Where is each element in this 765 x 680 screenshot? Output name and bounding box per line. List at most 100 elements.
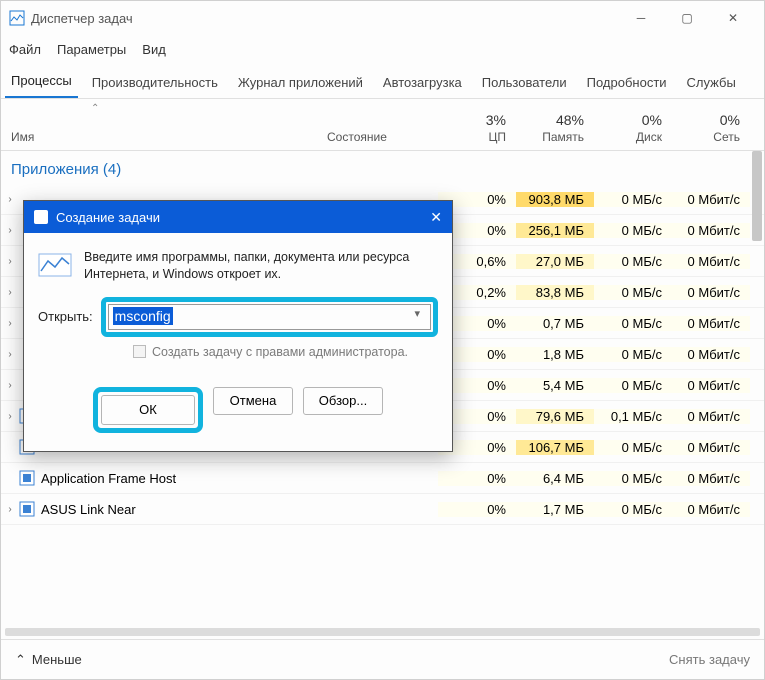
memory-cell: 1,7 МБ — [516, 502, 594, 517]
process-icon — [19, 501, 35, 517]
dialog-instruction: Введите имя программы, папки, документа … — [84, 249, 438, 283]
network-cell: 0 Мбит/с — [672, 471, 750, 486]
network-cell: 0 Мбит/с — [672, 285, 750, 300]
expand-icon[interactable]: › — [1, 380, 19, 391]
end-task-button[interactable]: Снять задачу — [669, 652, 750, 667]
disk-cell: 0 МБ/с — [594, 471, 672, 486]
memory-cell: 83,8 МБ — [516, 285, 594, 300]
tab-users[interactable]: Пользователи — [476, 67, 573, 98]
process-name: ASUS Link Near — [19, 501, 323, 517]
vertical-scrollbar[interactable] — [752, 151, 762, 241]
highlight-input: msconfig ▾ — [101, 297, 438, 337]
disk-cell: 0 МБ/с — [594, 347, 672, 362]
disk-cell: 0 МБ/с — [594, 254, 672, 269]
network-cell: 0 Мбит/с — [672, 409, 750, 424]
memory-cell: 0,7 МБ — [516, 316, 594, 331]
dialog-icon — [34, 210, 48, 224]
network-cell: 0 Мбит/с — [672, 502, 750, 517]
expand-icon[interactable]: › — [1, 318, 19, 329]
admin-label: Создать задачу с правами администратора. — [152, 345, 408, 359]
cpu-cell: 0% — [438, 471, 516, 486]
network-cell: 0 Мбит/с — [672, 316, 750, 331]
cancel-button[interactable]: Отмена — [213, 387, 293, 415]
header-network[interactable]: 0%Сеть — [672, 106, 750, 150]
ok-button[interactable]: ОК — [101, 395, 195, 425]
tab-performance[interactable]: Производительность — [86, 67, 224, 98]
memory-cell: 6,4 МБ — [516, 471, 594, 486]
expand-icon[interactable]: › — [1, 194, 19, 205]
network-cell: 0 Мбит/с — [672, 192, 750, 207]
process-name: Application Frame Host — [19, 470, 323, 486]
expand-icon[interactable]: › — [1, 411, 19, 422]
memory-cell: 1,8 МБ — [516, 347, 594, 362]
dialog-title: Создание задачи — [56, 210, 430, 225]
expand-icon[interactable]: › — [1, 287, 19, 298]
table-row[interactable]: ›ASUS Link Near 0%1,7 МБ0 МБ/с0 Мбит/с — [1, 494, 764, 525]
column-headers: ⌃ Имя Состояние 3%ЦП 48%Память 0%Диск 0%… — [1, 99, 764, 151]
chevron-down-icon[interactable]: ▾ — [414, 307, 426, 320]
disk-cell: 0 МБ/с — [594, 285, 672, 300]
titlebar: Диспетчер задач ─ ▢ ✕ — [1, 1, 764, 35]
tab-details[interactable]: Подробности — [581, 67, 673, 98]
menu-options[interactable]: Параметры — [57, 42, 126, 57]
open-combobox[interactable]: msconfig ▾ — [108, 304, 431, 330]
task-manager-window: Диспетчер задач ─ ▢ ✕ Файл Параметры Вид… — [0, 0, 765, 680]
disk-cell: 0 МБ/с — [594, 502, 672, 517]
disk-cell: 0,1 МБ/с — [594, 409, 672, 424]
app-icon — [9, 10, 25, 26]
horizontal-scrollbar[interactable] — [1, 625, 764, 639]
menubar: Файл Параметры Вид — [1, 35, 764, 63]
admin-checkbox[interactable] — [133, 345, 146, 358]
run-task-dialog: Создание задачи ✕ Введите имя программы,… — [23, 200, 453, 452]
tab-processes[interactable]: Процессы — [5, 65, 78, 98]
fewer-details-button[interactable]: ⌃ Меньше — [15, 652, 82, 668]
memory-cell: 256,1 МБ — [516, 223, 594, 238]
expand-icon[interactable]: › — [1, 349, 19, 360]
disk-cell: 0 МБ/с — [594, 316, 672, 331]
expand-icon[interactable]: › — [1, 256, 19, 267]
memory-cell: 106,7 МБ — [516, 440, 594, 455]
highlight-ok: ОК — [93, 387, 203, 433]
header-status[interactable]: Состояние — [323, 124, 438, 150]
maximize-button[interactable]: ▢ — [664, 3, 710, 33]
tab-services[interactable]: Службы — [681, 67, 742, 98]
sort-indicator-icon: ⌃ — [91, 103, 99, 114]
network-cell: 0 Мбит/с — [672, 440, 750, 455]
header-name[interactable]: Имя — [1, 124, 323, 150]
memory-cell: 27,0 МБ — [516, 254, 594, 269]
process-icon — [19, 470, 35, 486]
dialog-close-button[interactable]: ✕ — [430, 209, 442, 226]
open-value: msconfig — [113, 307, 173, 325]
expand-icon[interactable]: › — [1, 504, 19, 515]
menu-view[interactable]: Вид — [142, 42, 166, 57]
tab-startup[interactable]: Автозагрузка — [377, 67, 468, 98]
tab-app-history[interactable]: Журнал приложений — [232, 67, 369, 98]
close-button[interactable]: ✕ — [710, 3, 756, 33]
tabs: Процессы Производительность Журнал прило… — [1, 63, 764, 99]
chevron-up-icon: ⌃ — [15, 652, 26, 668]
menu-file[interactable]: Файл — [9, 42, 41, 57]
minimize-button[interactable]: ─ — [618, 3, 664, 33]
network-cell: 0 Мбит/с — [672, 223, 750, 238]
browse-button[interactable]: Обзор... — [303, 387, 383, 415]
table-row[interactable]: Application Frame Host 0%6,4 МБ0 МБ/с0 Мб… — [1, 463, 764, 494]
memory-cell: 903,8 МБ — [516, 192, 594, 207]
network-cell: 0 Мбит/с — [672, 254, 750, 269]
expand-icon[interactable]: › — [1, 225, 19, 236]
memory-cell: 79,6 МБ — [516, 409, 594, 424]
header-disk[interactable]: 0%Диск — [594, 106, 672, 150]
window-title: Диспетчер задач — [31, 11, 618, 26]
network-cell: 0 Мбит/с — [672, 378, 750, 393]
memory-cell: 5,4 МБ — [516, 378, 594, 393]
section-apps: Приложения (4) — [1, 151, 764, 184]
header-cpu[interactable]: 3%ЦП — [438, 106, 516, 150]
disk-cell: 0 МБ/с — [594, 223, 672, 238]
open-label: Открыть: — [38, 309, 93, 324]
run-icon — [38, 249, 72, 279]
footer: ⌃ Меньше Снять задачу — [1, 639, 764, 679]
cpu-cell: 0% — [438, 502, 516, 517]
dialog-titlebar[interactable]: Создание задачи ✕ — [24, 201, 452, 233]
header-memory[interactable]: 48%Память — [516, 106, 594, 150]
network-cell: 0 Мбит/с — [672, 347, 750, 362]
disk-cell: 0 МБ/с — [594, 378, 672, 393]
